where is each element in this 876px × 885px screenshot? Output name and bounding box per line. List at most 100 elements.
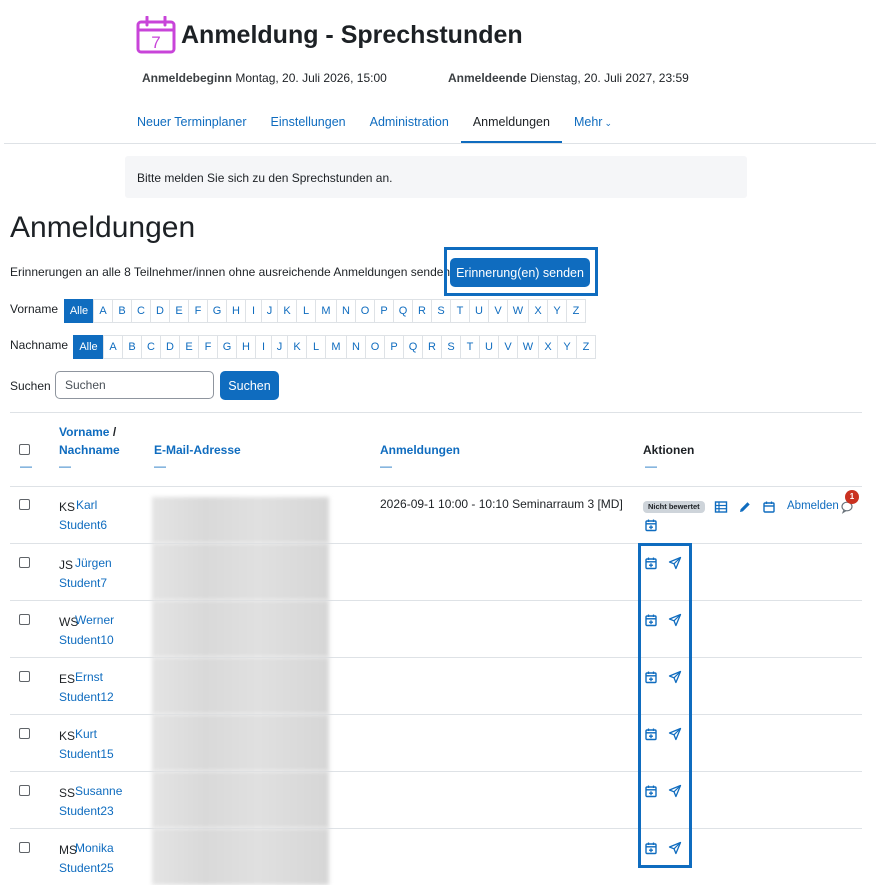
actions-header: Aktionen <box>643 443 695 457</box>
booking-slot: 2026-09-1 10:00 - 10:10 Seminarraum 3 [M… <box>380 497 623 511</box>
lastname-filter-letter[interactable]: H <box>236 335 256 359</box>
lastname-filter-letter[interactable]: W <box>517 335 539 359</box>
firstname-filter-letter[interactable]: K <box>277 299 297 323</box>
firstname-filter-letter[interactable]: C <box>131 299 151 323</box>
user-lastname-link[interactable]: Student15 <box>59 744 114 764</box>
firstname-filter-letter[interactable]: M <box>315 299 337 323</box>
calendar-plus-icon[interactable] <box>644 518 658 532</box>
tab-new-scheduler[interactable]: Neuer Terminplaner <box>125 104 259 144</box>
firstname-filter-all[interactable]: Alle <box>64 299 94 323</box>
firstname-filter-letter[interactable]: R <box>412 299 432 323</box>
firstname-filter-letter[interactable]: V <box>488 299 508 323</box>
lastname-filter-letter[interactable]: Q <box>403 335 423 359</box>
sort-email-link[interactable]: E-Mail-Adresse <box>154 443 241 457</box>
lastname-filter-letter[interactable]: V <box>498 335 518 359</box>
user-lastname-link[interactable]: Student12 <box>59 687 114 707</box>
row-divider <box>10 828 862 829</box>
firstname-filter-letter[interactable]: Z <box>566 299 586 323</box>
calendar-icon[interactable] <box>762 500 776 514</box>
lastname-filter-letter[interactable]: A <box>103 335 123 359</box>
firstname-filter-letter[interactable]: L <box>296 299 316 323</box>
row-checkbox[interactable] <box>19 785 30 796</box>
user-lastname-link[interactable]: Student23 <box>59 801 114 821</box>
firstname-filter-letter[interactable]: F <box>188 299 208 323</box>
sort-firstname-link[interactable]: Vorname <box>59 425 109 439</box>
firstname-filter-letter[interactable]: O <box>355 299 375 323</box>
row-checkbox[interactable] <box>19 614 30 625</box>
firstname-filter-letter[interactable]: G <box>207 299 227 323</box>
firstname-filter-letter[interactable]: J <box>261 299 278 323</box>
lastname-filter-letter[interactable]: R <box>422 335 442 359</box>
user-firstname-link[interactable]: Ernst <box>75 667 103 687</box>
firstname-filter-letter[interactable]: P <box>374 299 394 323</box>
row-checkbox[interactable] <box>19 842 30 853</box>
firstname-filter-letter[interactable]: A <box>93 299 113 323</box>
user-firstname-link[interactable]: Werner <box>75 610 114 630</box>
firstname-filter-letter[interactable]: Y <box>547 299 567 323</box>
user-firstname-link[interactable]: Monika <box>75 838 114 858</box>
lastname-filter-letter[interactable]: T <box>460 335 480 359</box>
lastname-filter-letter[interactable]: Z <box>576 335 596 359</box>
lastname-filter-letter[interactable]: F <box>198 335 218 359</box>
pencil-icon[interactable] <box>738 500 752 514</box>
user-lastname-link[interactable]: Student10 <box>59 630 114 650</box>
lastname-filter-letter[interactable]: B <box>122 335 142 359</box>
firstname-filter-letter[interactable]: S <box>431 299 451 323</box>
lastname-filter-letter[interactable]: C <box>141 335 161 359</box>
chevron-down-icon: ⌄ <box>604 118 612 128</box>
search-button[interactable]: Suchen <box>220 371 279 400</box>
lastname-filter-letter[interactable]: M <box>325 335 347 359</box>
redacted-email <box>152 657 329 714</box>
firstname-filter-letter[interactable]: B <box>112 299 132 323</box>
firstname-filter-letter[interactable]: U <box>469 299 489 323</box>
firstname-filter-letter[interactable]: T <box>450 299 470 323</box>
firstname-filter-letter[interactable]: H <box>226 299 246 323</box>
lastname-filter-letter[interactable]: D <box>160 335 180 359</box>
tab-registrations[interactable]: Anmeldungen <box>460 104 562 144</box>
secondary-navigation: Neuer Terminplaner Einstellungen Adminis… <box>125 104 624 144</box>
user-lastname-link[interactable]: Student6 <box>59 515 107 535</box>
lastname-filter-letter[interactable]: P <box>384 335 404 359</box>
lastname-filter-letter[interactable]: X <box>538 335 558 359</box>
send-reminders-button[interactable]: Erinnerung(en) senden <box>450 258 590 287</box>
lastname-filter-letter[interactable]: G <box>217 335 237 359</box>
firstname-filter-letter[interactable]: W <box>507 299 529 323</box>
row-checkbox[interactable] <box>19 728 30 739</box>
list-icon[interactable] <box>714 500 728 514</box>
firstname-filter-letter[interactable]: E <box>169 299 189 323</box>
lastname-filter-letter[interactable]: Y <box>557 335 577 359</box>
user-firstname-link[interactable]: Jürgen <box>75 553 112 573</box>
firstname-filter-letter[interactable]: Q <box>393 299 413 323</box>
user-firstname-link[interactable]: Susanne <box>75 781 122 801</box>
lastname-filter-letter[interactable]: I <box>255 335 272 359</box>
tab-administration[interactable]: Administration <box>358 104 461 144</box>
user-lastname-link[interactable]: Student25 <box>59 858 114 878</box>
firstname-filter-letter[interactable]: X <box>528 299 548 323</box>
cancel-booking-link[interactable]: Abmelden <box>787 500 839 512</box>
lastname-filter-letter[interactable]: K <box>287 335 307 359</box>
row-checkbox[interactable] <box>19 499 30 510</box>
lastname-filter-letter[interactable]: O <box>365 335 385 359</box>
sort-bookings-link[interactable]: Anmeldungen <box>380 443 460 457</box>
lastname-filter-letter[interactable]: S <box>441 335 461 359</box>
search-input[interactable] <box>55 371 214 399</box>
user-lastname-link[interactable]: Student7 <box>59 573 107 593</box>
user-firstname-link[interactable]: Karl <box>76 495 97 515</box>
lastname-filter-letter[interactable]: J <box>271 335 288 359</box>
lastname-filter-letter[interactable]: E <box>179 335 199 359</box>
sort-lastname-link[interactable]: Nachname <box>59 443 120 457</box>
lastname-filter-letter[interactable]: N <box>346 335 366 359</box>
lastname-filter-all[interactable]: Alle <box>73 335 104 359</box>
lastname-filter-letter[interactable]: U <box>479 335 499 359</box>
firstname-filter-letter[interactable]: I <box>245 299 262 323</box>
lastname-filter-letter[interactable]: L <box>306 335 326 359</box>
registration-start-label: Anmeldebeginn <box>142 71 233 85</box>
select-all-checkbox[interactable] <box>19 444 30 455</box>
tab-more[interactable]: Mehr ⌄ <box>562 104 624 144</box>
firstname-filter-letter[interactable]: D <box>150 299 170 323</box>
row-checkbox[interactable] <box>19 671 30 682</box>
user-firstname-link[interactable]: Kurt <box>75 724 97 744</box>
tab-settings[interactable]: Einstellungen <box>259 104 358 144</box>
row-checkbox[interactable] <box>19 557 30 568</box>
firstname-filter-letter[interactable]: N <box>336 299 356 323</box>
